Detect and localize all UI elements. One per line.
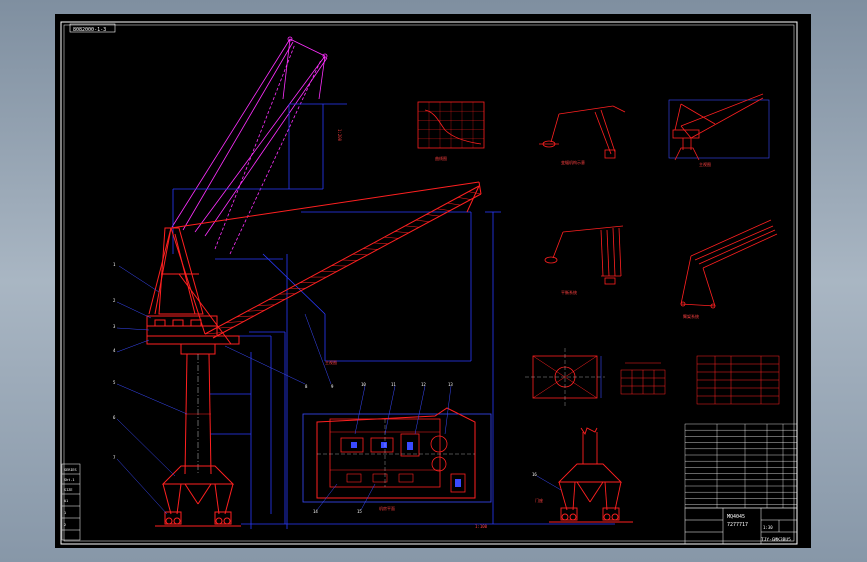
top-left-code: 8082000-1-3 [73, 27, 106, 33]
strip-label-5: 1 [64, 511, 66, 515]
lattice-brace [257, 304, 275, 306]
leader-15: 15 [357, 509, 362, 514]
strip-label-1: SERIES [64, 468, 77, 472]
plan-label: 机房平面 [379, 505, 395, 511]
load-chart [417, 101, 485, 149]
lattice-brace [436, 208, 451, 211]
leader-14: 14 [313, 509, 318, 514]
small-crane-view [668, 93, 770, 161]
side-view-label: 主视图 [325, 359, 337, 365]
portal-base [155, 465, 241, 527]
small-table [620, 362, 666, 395]
lattice-brace [268, 298, 286, 301]
title-block-sub: 7277717 [727, 522, 748, 528]
strip-label-2: Sht-1 [64, 478, 75, 482]
mechanism-sketch-1 [539, 105, 626, 159]
boom-sketch [680, 219, 778, 309]
mechanism-label-1: 变幅机构示意 [561, 159, 585, 165]
border-frame [60, 21, 798, 545]
leader-3: 3 [113, 324, 116, 329]
strip-label-4: A1 [64, 499, 68, 503]
leader-9: 9 [331, 384, 334, 389]
leader-13: 13 [448, 382, 453, 387]
base-label: 门座 [535, 497, 543, 503]
boom-lattice [204, 191, 482, 335]
strip-label-6: 2 [64, 523, 66, 527]
base-leader [536, 475, 562, 491]
leader-16: 16 [532, 472, 537, 477]
tower-head [146, 227, 240, 345]
lattice-brace [405, 225, 420, 228]
base-detail [549, 427, 633, 523]
lattice-brace [447, 202, 461, 206]
lattice-brace [373, 242, 389, 245]
lattice-brace [468, 191, 482, 195]
leader-6: 6 [113, 415, 116, 420]
lattice-brace [363, 248, 378, 250]
mechanism-sketch-2 [544, 225, 624, 285]
lattice-brace [457, 197, 471, 200]
bottom-center-label: 1:100 [475, 524, 488, 529]
lattice-brace [352, 254, 368, 256]
leader-10: 10 [361, 382, 366, 387]
strip-label-3: SIZE [64, 488, 72, 492]
title-block-scale: 1:30 [763, 525, 773, 530]
side-view-label-2: 主视图 [699, 161, 711, 167]
parts-list [684, 423, 798, 509]
chart-view-label: 曲线图 [435, 155, 447, 161]
leader-11: 11 [391, 382, 396, 387]
leader-5: 5 [113, 380, 116, 385]
dimension-lines [172, 103, 615, 529]
machine-room-plan [302, 407, 492, 503]
bottom-right-code: TJY-GMK3BU5 [761, 537, 791, 543]
lattice-brace [426, 214, 440, 217]
cad-canvas: 8082000-1-3 SERIES Sht-1 SIZE A1 1 2 1 2… [60, 21, 798, 545]
lattice-brace [415, 219, 430, 222]
lattice-brace [247, 310, 265, 312]
leader-1: 1 [113, 262, 116, 267]
leader-12: 12 [421, 382, 426, 387]
pedestal-section [525, 348, 605, 406]
mechanism-label-3: 臂架系统 [683, 313, 699, 319]
leader-2: 2 [113, 298, 116, 303]
column [180, 343, 216, 475]
large-table [696, 355, 780, 405]
leader-4: 4 [113, 348, 116, 353]
side-view-sub: 1:200 [337, 129, 342, 142]
title-block-name: MQ4045 [727, 514, 745, 520]
boom [170, 181, 482, 339]
boom-envelope [171, 36, 328, 255]
lattice-brace [384, 236, 399, 239]
drawing-sheet: 8082000-1-3 SERIES Sht-1 SIZE A1 1 2 1 2… [55, 14, 811, 548]
leader-lines [116, 265, 332, 515]
mechanism-label-2: 平衡系统 [561, 289, 577, 295]
lattice-brace [394, 231, 409, 234]
leader-7: 7 [113, 455, 116, 460]
leader-8: 8 [305, 384, 308, 389]
